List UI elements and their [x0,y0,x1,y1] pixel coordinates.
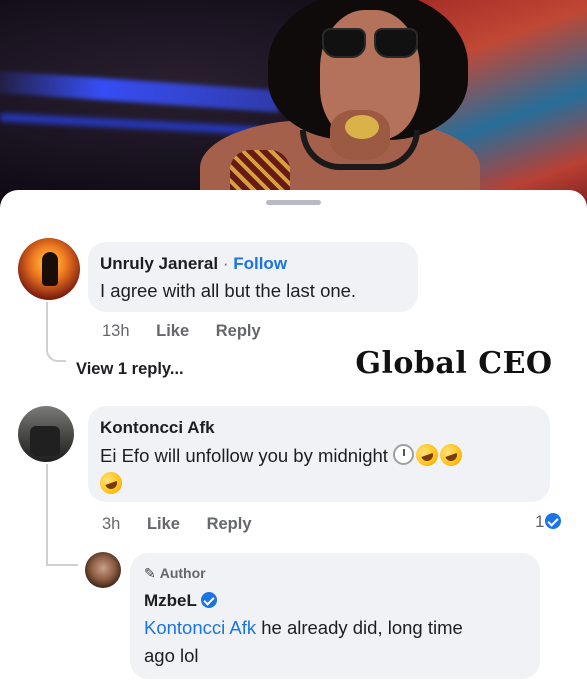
clock-icon [393,444,415,465]
sunglasses [322,28,420,58]
avatar[interactable] [18,406,74,462]
verified-badge-icon [200,592,217,608]
reply-button[interactable]: Reply [216,322,261,340]
timestamp: 13h [102,322,130,340]
stage-light [0,69,281,113]
rolling-laughing-emoji [436,440,466,470]
stage-light [0,113,261,135]
view-replies-link[interactable]: View 1 reply... [76,360,184,379]
reply-text: ago lol [144,645,199,666]
comment-actions: 3h Like Reply [102,515,274,534]
mention-link[interactable]: Kontoncci Afk [144,617,256,638]
timestamp: 3h [102,515,121,533]
separator: · [218,254,234,273]
video-frame[interactable] [0,0,587,215]
commenter-name[interactable]: Kontoncci Afk [100,418,215,438]
reaction-count: 1 [535,512,545,531]
thread-line [46,302,66,362]
thread-line [46,464,48,564]
avatar[interactable] [85,552,121,588]
author-badge: Author [159,565,206,581]
commenter-name[interactable]: MzbeL [144,591,197,610]
reply-text: he already did, long time [256,617,463,638]
follow-button[interactable]: Follow [233,254,287,273]
like-button[interactable]: Like [147,515,180,533]
sheet-drag-handle[interactable] [266,200,321,205]
rolling-laughing-emoji [412,440,442,470]
reply-button[interactable]: Reply [207,515,252,533]
comment-actions: 13h Like Reply [102,322,283,341]
thread-line [46,564,78,566]
like-reaction-icon [545,513,562,529]
rolling-laughing-emoji [96,468,126,498]
comments-sheet[interactable]: Unruly Janeral · Follow I agree with all… [0,190,587,680]
pencil-icon: ✎ [144,565,156,581]
commenter-name[interactable]: Unruly Janeral [100,254,218,273]
comment-text: I agree with all but the last one. [100,280,357,301]
like-button[interactable]: Like [156,322,189,340]
comment-bubble: Unruly Janeral · Follow I agree with all… [88,242,418,312]
reaction-summary[interactable]: 1 [535,512,562,532]
watermark: Global CEO [336,340,572,388]
avatar[interactable] [18,238,80,300]
comment-text: Ei Efo will unfollow you by midnight [100,445,388,466]
reply-bubble: ✎ Author MzbeL Kontoncci Afk he already d… [130,553,540,679]
ring [345,115,379,139]
comment-bubble: Kontoncci Afk Ei Efo will unfollow you b… [88,406,550,502]
